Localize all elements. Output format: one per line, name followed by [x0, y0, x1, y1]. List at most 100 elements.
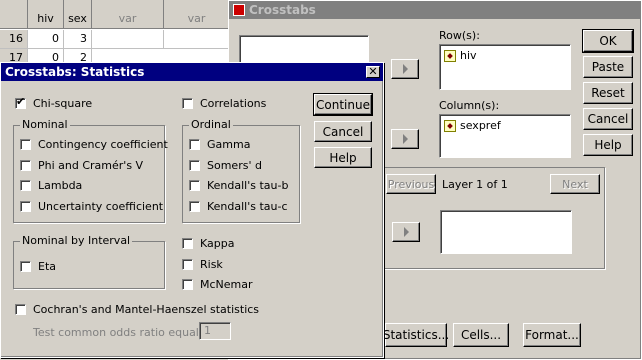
- previous-layer-button[interactable]: Previous: [386, 174, 436, 194]
- checkbox-box: [189, 180, 200, 191]
- checkbox-box: [182, 238, 193, 249]
- layer-label: Layer 1 of 1: [442, 178, 508, 191]
- list-item[interactable]: sexpref: [444, 119, 501, 132]
- ordinal-group: Ordinal Gamma Somers' d Kendall's tau-b …: [182, 118, 300, 223]
- grid-col-hiv[interactable]: hiv: [28, 0, 64, 28]
- right-arrow-icon: [402, 64, 408, 74]
- somers-d-checkbox[interactable]: Somers' d: [189, 159, 262, 172]
- checkbox-label: Contingency coefficient: [38, 138, 168, 151]
- cancel-button[interactable]: Cancel: [314, 121, 372, 142]
- checkbox-label: McNemar: [200, 278, 253, 291]
- checkbox-label: Correlations: [200, 97, 267, 110]
- checkbox-label: Risk: [200, 258, 223, 271]
- checkbox-label: Kendall's tau-c: [207, 200, 288, 213]
- mcnemar-checkbox[interactable]: McNemar: [182, 278, 253, 291]
- cell-hiv[interactable]: 0: [28, 30, 64, 48]
- phi-cramer-checkbox[interactable]: Phi and Cramér's V: [20, 159, 143, 172]
- crosstabs-titlebar: Crosstabs: [229, 1, 641, 19]
- help-button[interactable]: Help: [314, 147, 372, 168]
- checkbox-box: [182, 259, 193, 270]
- checkbox-label: Uncertainty coefficient: [38, 200, 164, 213]
- nominal-group: Nominal Contingency coefficient Phi and …: [13, 118, 168, 223]
- close-icon[interactable]: ✕: [366, 66, 380, 78]
- checkbox-box: [189, 139, 200, 150]
- checkbox-label: Gamma: [207, 138, 251, 151]
- cell-empty[interactable]: [164, 30, 230, 48]
- uncertainty-checkbox[interactable]: Uncertainty coefficient: [20, 200, 163, 213]
- grid-col-sex[interactable]: sex: [64, 0, 92, 28]
- kappa-checkbox[interactable]: Kappa: [182, 237, 234, 250]
- checkbox-box: [189, 201, 200, 212]
- checkbox-box: ✔: [15, 96, 26, 109]
- nominal-by-interval-group: Nominal by Interval Eta: [13, 234, 165, 289]
- cells-button[interactable]: Cells...: [453, 323, 509, 347]
- checkbox-label: Cochran's and Mantel-Haenszel statistics: [33, 303, 260, 316]
- checkbox-box: [189, 160, 200, 171]
- checkbox-label: Kappa: [200, 237, 235, 250]
- checkbox-box: [20, 139, 31, 150]
- eta-checkbox[interactable]: Eta: [20, 260, 56, 273]
- checkbox-box: [20, 261, 31, 272]
- cmh-checkbox[interactable]: Cochran's and Mantel-Haenszel statistics: [15, 303, 259, 316]
- grid-corner: [0, 0, 28, 28]
- variable-icon: [444, 119, 456, 132]
- checkbox-box: [20, 201, 31, 212]
- checkbox-label: Eta: [38, 260, 57, 273]
- layer-list[interactable]: [440, 210, 572, 254]
- checkbox-box: [182, 98, 193, 109]
- move-to-rows-button[interactable]: [391, 59, 419, 79]
- statistics-title: Crosstabs: Statistics: [5, 65, 145, 79]
- grid-header: hiv sex var var: [0, 0, 230, 29]
- variable-icon: [444, 49, 456, 62]
- kendall-tau-b-checkbox[interactable]: Kendall's tau-b: [189, 179, 288, 192]
- odds-ratio-value: 1: [204, 324, 211, 337]
- right-arrow-icon: [402, 134, 408, 144]
- help-button[interactable]: Help: [583, 134, 633, 156]
- app-icon: [233, 4, 245, 16]
- checkbox-label: Lambda: [38, 179, 83, 192]
- grid-col-var[interactable]: var: [92, 0, 164, 28]
- kendall-tau-c-checkbox[interactable]: Kendall's tau-c: [189, 200, 288, 213]
- statistics-titlebar: Crosstabs: Statistics ✕: [1, 63, 383, 81]
- crosstabs-title: Crosstabs: [249, 3, 316, 17]
- cell-empty[interactable]: [92, 30, 164, 48]
- group-label: Nominal by Interval: [20, 234, 133, 247]
- grid-col-var[interactable]: var: [164, 0, 230, 28]
- gamma-checkbox[interactable]: Gamma: [189, 138, 250, 151]
- reset-button[interactable]: Reset: [583, 82, 633, 104]
- list-item-label: sexpref: [460, 119, 501, 132]
- odds-ratio-input[interactable]: 1: [199, 322, 231, 340]
- checkbox-label: Phi and Cramér's V: [38, 159, 144, 172]
- checkbox-box: [20, 160, 31, 171]
- cell-sex[interactable]: 3: [64, 30, 92, 48]
- lambda-checkbox[interactable]: Lambda: [20, 179, 82, 192]
- checkbox-box: [20, 180, 31, 191]
- paste-button[interactable]: Paste: [583, 56, 633, 78]
- table-row[interactable]: 16 0 3: [0, 30, 230, 49]
- move-to-layer-button[interactable]: [392, 222, 420, 242]
- grid-col-label: var: [187, 12, 206, 25]
- contingency-checkbox[interactable]: Contingency coefficient: [20, 138, 168, 151]
- statistics-button[interactable]: Statistics...: [383, 323, 449, 347]
- rows-label: Row(s):: [439, 29, 480, 42]
- checkbox-label: Somers' d: [207, 159, 262, 172]
- checkbox-label: Kendall's tau-b: [207, 179, 289, 192]
- risk-checkbox[interactable]: Risk: [182, 258, 223, 271]
- checkbox-label: Chi-square: [33, 97, 93, 110]
- ok-button[interactable]: OK: [582, 29, 634, 53]
- cancel-button[interactable]: Cancel: [583, 108, 633, 130]
- group-label: Nominal: [20, 118, 70, 131]
- rows-list[interactable]: hiv: [439, 44, 571, 90]
- format-button[interactable]: Format...: [523, 323, 581, 347]
- row-number: 16: [0, 30, 28, 48]
- odds-ratio-label: Test common odds ratio equals:: [33, 326, 209, 339]
- list-item[interactable]: hiv: [444, 49, 477, 62]
- correlations-checkbox[interactable]: Correlations: [182, 97, 266, 110]
- columns-list[interactable]: sexpref: [439, 114, 571, 158]
- move-to-columns-button[interactable]: [391, 129, 419, 149]
- chi-square-checkbox[interactable]: ✔ Chi-square: [15, 96, 93, 110]
- grid-col-label: sex: [68, 12, 87, 25]
- statistics-dialog: Crosstabs: Statistics ✕ ✔ Chi-square Cor…: [0, 62, 384, 358]
- next-layer-button[interactable]: Next: [550, 174, 600, 194]
- continue-button[interactable]: Continue: [313, 93, 373, 116]
